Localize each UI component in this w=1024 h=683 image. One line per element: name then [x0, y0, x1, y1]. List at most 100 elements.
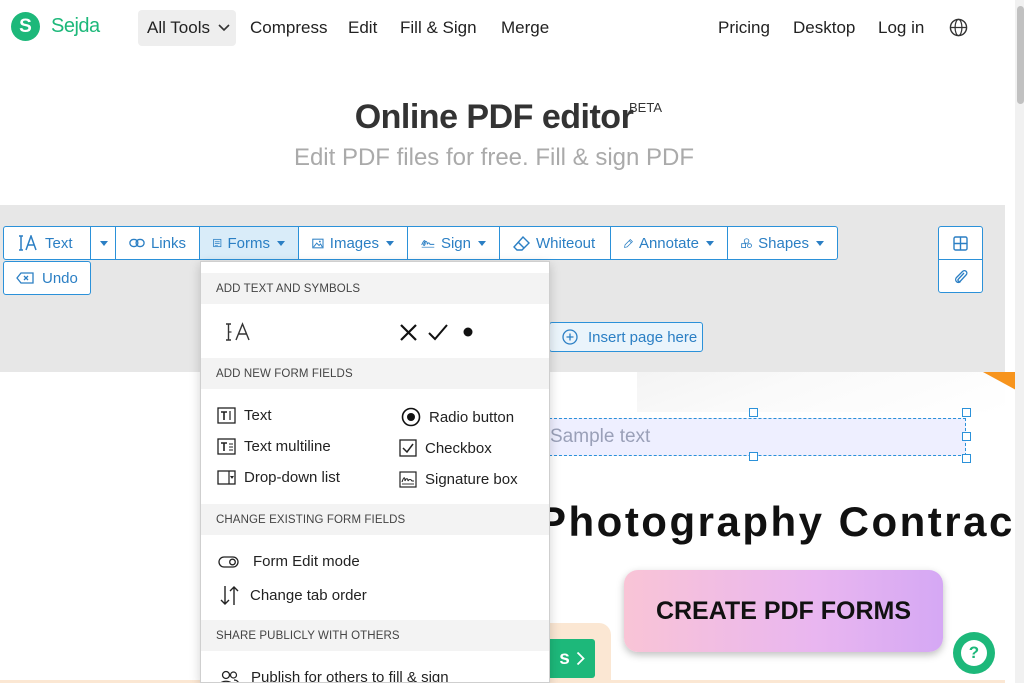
thumbnails-button[interactable]	[938, 226, 983, 260]
add-check-symbol-item[interactable]	[427, 322, 449, 343]
links-tool-button[interactable]: Links	[116, 226, 200, 260]
undo-label: Undo	[42, 269, 78, 287]
cross-icon	[400, 324, 417, 341]
brand-name[interactable]: Sejda	[51, 15, 100, 38]
add-radio-button-item[interactable]: Radio button	[401, 407, 514, 427]
resize-handle[interactable]	[749, 452, 758, 461]
insert-page-label: Insert page here	[588, 328, 698, 346]
form-edit-mode-label: Form Edit mode	[253, 553, 360, 570]
add-dropdown-list-item[interactable]: Drop-down list	[217, 469, 340, 486]
page-subtitle: Edit PDF files for free. Fill & sign PDF	[293, 144, 695, 171]
sample-text: Sample text	[550, 426, 651, 447]
section-change-form-fields: CHANGE EXISTING FORM FIELDS	[201, 504, 549, 535]
forms-tool-label: Forms	[227, 234, 271, 252]
whiteout-tool-label: Whiteout	[536, 234, 596, 252]
images-tool-label: Images	[329, 234, 379, 252]
add-checkbox-item[interactable]: Checkbox	[399, 439, 492, 457]
text-cursor-icon	[19, 235, 37, 251]
attachments-button[interactable]	[938, 259, 983, 293]
add-dropdown-list-label: Drop-down list	[244, 469, 340, 486]
sample-text-field[interactable]: Sample text	[549, 418, 966, 456]
checkmark-icon	[428, 324, 448, 341]
chevron-down-icon	[218, 24, 230, 32]
publish-form-label: Publish for others to fill & sign	[251, 669, 449, 683]
resize-handle[interactable]	[962, 454, 971, 463]
undo-button[interactable]: Undo	[3, 261, 91, 295]
green-button-text: s	[559, 647, 570, 669]
dot-icon	[463, 327, 473, 337]
corner-decoration	[983, 372, 1016, 390]
sign-tool-button[interactable]: Sign	[408, 226, 500, 260]
scrollbar-thumb[interactable]	[1017, 6, 1024, 104]
caret-down-icon	[277, 240, 285, 246]
nav-link-fill-sign[interactable]: Fill & Sign	[400, 18, 477, 38]
document-background	[637, 372, 1005, 412]
forms-dropdown-menu: ADD TEXT AND SYMBOLS ADD NEW FORM FIELDS…	[200, 261, 550, 683]
annotate-tool-label: Annotate	[638, 234, 699, 252]
section-add-text-symbols: ADD TEXT AND SYMBOLS	[201, 273, 549, 304]
publish-form-item[interactable]: Publish for others to fill & sign	[219, 669, 449, 683]
sign-tool-label: Sign	[440, 234, 471, 252]
annotate-tool-button[interactable]: Annotate	[611, 226, 728, 260]
sejda-logo-icon[interactable]: S	[11, 12, 40, 41]
nav-link-compress[interactable]: Compress	[250, 18, 327, 38]
images-tool-button[interactable]: Images	[299, 226, 408, 260]
add-text-field-label: Text	[244, 407, 272, 424]
add-text-field-item[interactable]: Text	[217, 407, 272, 424]
change-tab-order-label: Change tab order	[250, 587, 367, 604]
nav-link-merge[interactable]: Merge	[501, 18, 549, 38]
globe-icon[interactable]	[949, 18, 968, 37]
change-tab-order-item[interactable]: Change tab order	[220, 585, 367, 606]
add-cross-symbol-item[interactable]	[398, 322, 419, 343]
insert-page-button[interactable]: Insert page here	[549, 322, 703, 352]
create-pdf-forms-banner[interactable]: CREATE PDF FORMS	[624, 570, 943, 652]
toggle-icon	[218, 555, 239, 568]
add-dot-symbol-item[interactable]	[463, 326, 473, 338]
question-icon: ?	[961, 640, 987, 666]
shapes-tool-button[interactable]: Shapes	[728, 226, 838, 260]
radio-button-icon	[401, 407, 421, 427]
users-icon	[220, 670, 240, 682]
document-heading: Photography Contrac	[538, 498, 1015, 545]
all-tools-label: All Tools	[147, 18, 210, 37]
form-edit-mode-item[interactable]: Form Edit mode	[218, 553, 360, 570]
signature-icon	[421, 240, 435, 248]
text-tool-label: Text	[45, 234, 73, 252]
forms-tool-button[interactable]: Forms	[200, 226, 299, 260]
chevron-right-icon	[576, 651, 585, 666]
text-field-icon	[217, 407, 236, 424]
resize-handle[interactable]	[962, 408, 971, 417]
caret-down-icon	[386, 240, 394, 246]
shapes-icon	[741, 238, 752, 249]
signature-box-icon	[399, 471, 417, 488]
text-multiline-icon	[217, 438, 236, 455]
resize-handle[interactable]	[749, 408, 758, 417]
add-signature-box-item[interactable]: Signature box	[399, 471, 518, 488]
add-radio-button-label: Radio button	[429, 408, 515, 426]
help-button[interactable]: ?	[953, 632, 995, 674]
all-tools-dropdown[interactable]: All Tools	[138, 10, 236, 46]
text-options-dropdown[interactable]	[91, 226, 116, 260]
editor-toolbar: Text Links Forms Images Sign Whiteout An…	[3, 226, 838, 260]
section-add-form-fields: ADD NEW FORM FIELDS	[201, 358, 549, 389]
nav-link-login[interactable]: Log in	[878, 18, 924, 38]
whiteout-tool-button[interactable]: Whiteout	[500, 226, 611, 260]
caret-down-icon	[816, 240, 824, 246]
image-icon	[312, 238, 324, 248]
add-text-multiline-item[interactable]: Text multiline	[217, 438, 331, 455]
checkbox-icon	[399, 439, 417, 457]
add-text-symbol-item[interactable]	[224, 322, 254, 342]
caret-down-icon	[478, 240, 486, 246]
add-checkbox-label: Checkbox	[425, 439, 492, 457]
text-cursor-icon	[226, 322, 250, 341]
link-icon	[129, 238, 145, 248]
caret-down-icon	[706, 240, 714, 246]
text-tool-button[interactable]: Text	[3, 226, 91, 260]
sort-arrows-icon	[220, 586, 239, 605]
document-green-button[interactable]: s	[549, 639, 595, 678]
section-share-publicly: SHARE PUBLICLY WITH OTHERS	[201, 620, 549, 651]
nav-link-pricing[interactable]: Pricing	[718, 18, 770, 38]
nav-link-edit[interactable]: Edit	[348, 18, 377, 38]
nav-link-desktop[interactable]: Desktop	[793, 18, 855, 38]
resize-handle[interactable]	[962, 432, 971, 441]
